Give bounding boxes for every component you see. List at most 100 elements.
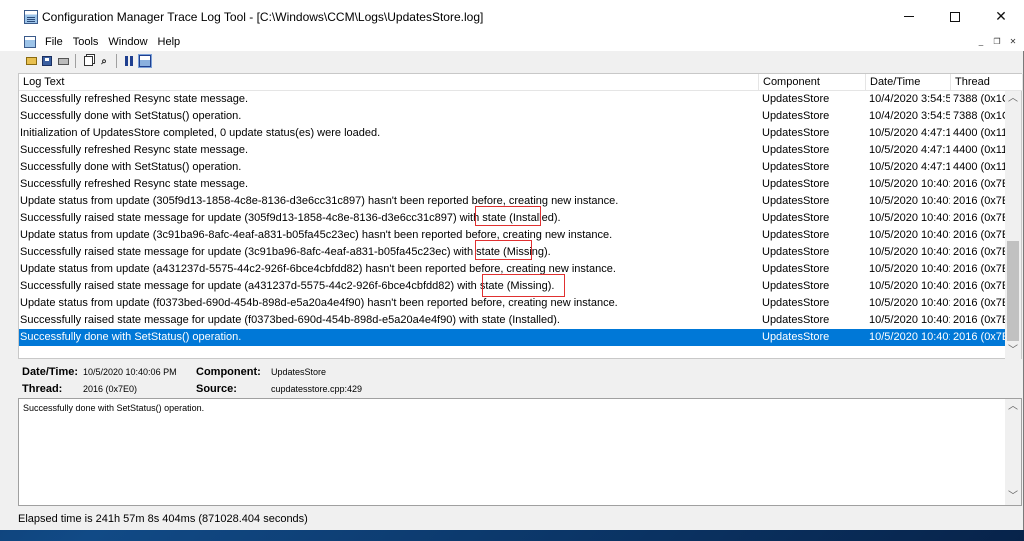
window-title: Configuration Manager Trace Log Tool - [… xyxy=(42,9,484,24)
mdi-restore-button[interactable]: ❐ xyxy=(990,36,1004,49)
find-button[interactable]: ⌕ xyxy=(97,54,111,68)
status-bar: Elapsed time is 241h 57m 8s 404ms (87102… xyxy=(18,513,308,525)
component-cell: UpdatesStore xyxy=(762,229,830,241)
menu-file[interactable]: File xyxy=(40,36,68,48)
trace-log-window: Configuration Manager Trace Log Tool - [… xyxy=(0,0,1024,530)
component-value: UpdatesStore xyxy=(271,367,327,377)
thread-cell: 2016 (0x7E xyxy=(953,331,1007,343)
component-cell: UpdatesStore xyxy=(762,161,830,173)
copy-icon xyxy=(83,56,93,66)
save-button[interactable] xyxy=(40,54,54,68)
source-value: cupdatesstore.cpp:429 xyxy=(271,384,363,394)
datetime-cell: 10/4/2020 3:54:56 xyxy=(869,93,950,105)
menu-help[interactable]: Help xyxy=(153,36,186,48)
view-button[interactable] xyxy=(138,54,152,68)
datetime-cell: 10/5/2020 4:47:13 xyxy=(869,144,950,156)
datetime-cell: 10/5/2020 10:40:0 xyxy=(869,195,950,207)
datetime-value: 10/5/2020 10:40:06 PM xyxy=(83,367,177,377)
toolbar-separator xyxy=(75,54,76,68)
thread-label: Thread: xyxy=(22,383,63,395)
log-row[interactable]: Initialization of UpdatesStore completed… xyxy=(19,125,1007,142)
menu-bar: File Tools Window Help _ ❐ ✕ xyxy=(0,33,1024,51)
message-textbox[interactable]: Successfully done with SetStatus() opera… xyxy=(18,398,1022,506)
log-row[interactable]: Update status from update (f0373bed-690d… xyxy=(19,295,1007,312)
component-cell: UpdatesStore xyxy=(762,195,830,207)
column-header-log-text[interactable]: Log Text xyxy=(19,74,759,91)
component-cell: UpdatesStore xyxy=(762,280,830,292)
message-text: Successfully done with SetStatus() opera… xyxy=(23,403,205,413)
log-text-cell: Update status from update (305f9d13-1858… xyxy=(20,195,619,207)
mdi-minimize-button[interactable]: _ xyxy=(974,36,988,49)
component-cell: UpdatesStore xyxy=(762,144,830,156)
log-row[interactable]: Successfully refreshed Resync state mess… xyxy=(19,91,1007,108)
log-row[interactable]: Successfully done with SetStatus() opera… xyxy=(19,159,1007,176)
maximize-icon xyxy=(950,11,960,22)
mdi-controls: _ ❐ ✕ xyxy=(974,36,1020,49)
log-header: Log Text Component Date/Time Thread xyxy=(19,74,1023,91)
column-header-datetime[interactable]: Date/Time xyxy=(866,74,951,91)
component-cell: UpdatesStore xyxy=(762,127,830,139)
thread-cell: 2016 (0x7E xyxy=(953,280,1007,292)
component-cell: UpdatesStore xyxy=(762,314,830,326)
open-icon xyxy=(25,57,37,65)
datetime-cell: 10/5/2020 10:40:0 xyxy=(869,263,950,275)
pause-icon xyxy=(125,56,133,66)
thread-cell: 2016 (0x7E xyxy=(953,229,1007,241)
open-button[interactable] xyxy=(24,54,38,68)
app-icon xyxy=(24,9,38,24)
log-row[interactable]: Successfully raised state message for up… xyxy=(19,312,1007,329)
pause-button[interactable] xyxy=(122,54,136,68)
close-icon: ✕ xyxy=(995,8,1007,24)
component-cell: UpdatesStore xyxy=(762,263,830,275)
message-vertical-scrollbar[interactable]: ︿ ﹀ xyxy=(1005,399,1021,505)
log-list[interactable]: Log Text Component Date/Time Thread Succ… xyxy=(18,73,1023,359)
highlight-box xyxy=(475,240,532,260)
print-button[interactable] xyxy=(56,54,70,68)
scroll-down-icon[interactable]: ﹀ xyxy=(1005,343,1021,359)
scroll-up-icon[interactable]: ︿ xyxy=(1005,91,1021,107)
find-icon: ⌕ xyxy=(101,55,107,67)
log-text-cell: Successfully raised state message for up… xyxy=(20,280,555,292)
maximize-button[interactable] xyxy=(932,0,978,33)
log-text-cell: Successfully done with SetStatus() opera… xyxy=(20,161,242,173)
column-header-component[interactable]: Component xyxy=(759,74,866,91)
datetime-cell: 10/4/2020 3:54:56 xyxy=(869,110,950,122)
scroll-up-icon[interactable]: ︿ xyxy=(1005,399,1021,415)
log-row[interactable]: Successfully done with SetStatus() opera… xyxy=(19,108,1007,125)
minimize-button[interactable] xyxy=(886,0,932,33)
thread-cell: 4400 (0x11 xyxy=(953,161,1007,173)
menu-window[interactable]: Window xyxy=(103,36,152,48)
close-button[interactable]: ✕ xyxy=(978,0,1024,33)
source-label: Source: xyxy=(196,383,237,395)
window-controls: ✕ xyxy=(886,0,1024,33)
datetime-cell: 10/5/2020 10:40:0 xyxy=(869,246,950,258)
scrollbar-thumb[interactable] xyxy=(1007,241,1019,341)
datetime-cell: 10/5/2020 4:47:13 xyxy=(869,161,950,173)
log-vertical-scrollbar[interactable]: ︿ ﹀ xyxy=(1005,91,1021,359)
copy-button[interactable] xyxy=(81,54,95,68)
view-icon xyxy=(138,54,152,68)
datetime-cell: 10/5/2020 10:40:0 xyxy=(869,212,950,224)
thread-cell: 7388 (0x1C xyxy=(953,110,1007,122)
thread-cell: 2016 (0x7E xyxy=(953,314,1007,326)
datetime-cell: 10/5/2020 10:40:0 xyxy=(869,314,950,326)
component-cell: UpdatesStore xyxy=(762,331,830,343)
menu-tools[interactable]: Tools xyxy=(68,36,104,48)
log-text-cell: Successfully refreshed Resync state mess… xyxy=(20,93,249,105)
log-row[interactable]: Successfully refreshed Resync state mess… xyxy=(19,142,1007,159)
log-text-cell: Successfully raised state message for up… xyxy=(20,212,561,224)
title-bar[interactable]: Configuration Manager Trace Log Tool - [… xyxy=(0,0,1024,33)
log-text-cell: Successfully refreshed Resync state mess… xyxy=(20,144,249,156)
datetime-cell: 10/5/2020 10:40:0 xyxy=(869,229,950,241)
datetime-cell: 10/5/2020 10:40:0 xyxy=(869,280,950,292)
log-row[interactable]: Successfully done with SetStatus() opera… xyxy=(19,329,1007,346)
log-text-cell: Successfully refreshed Resync state mess… xyxy=(20,178,249,190)
component-cell: UpdatesStore xyxy=(762,297,830,309)
column-header-thread[interactable]: Thread xyxy=(951,74,1023,91)
datetime-cell: 10/5/2020 10:40:0 xyxy=(869,331,950,343)
log-row[interactable]: Successfully refreshed Resync state mess… xyxy=(19,176,1007,193)
minimize-icon xyxy=(904,16,914,17)
component-cell: UpdatesStore xyxy=(762,93,830,105)
scroll-down-icon[interactable]: ﹀ xyxy=(1005,489,1021,505)
mdi-close-button[interactable]: ✕ xyxy=(1006,36,1020,49)
